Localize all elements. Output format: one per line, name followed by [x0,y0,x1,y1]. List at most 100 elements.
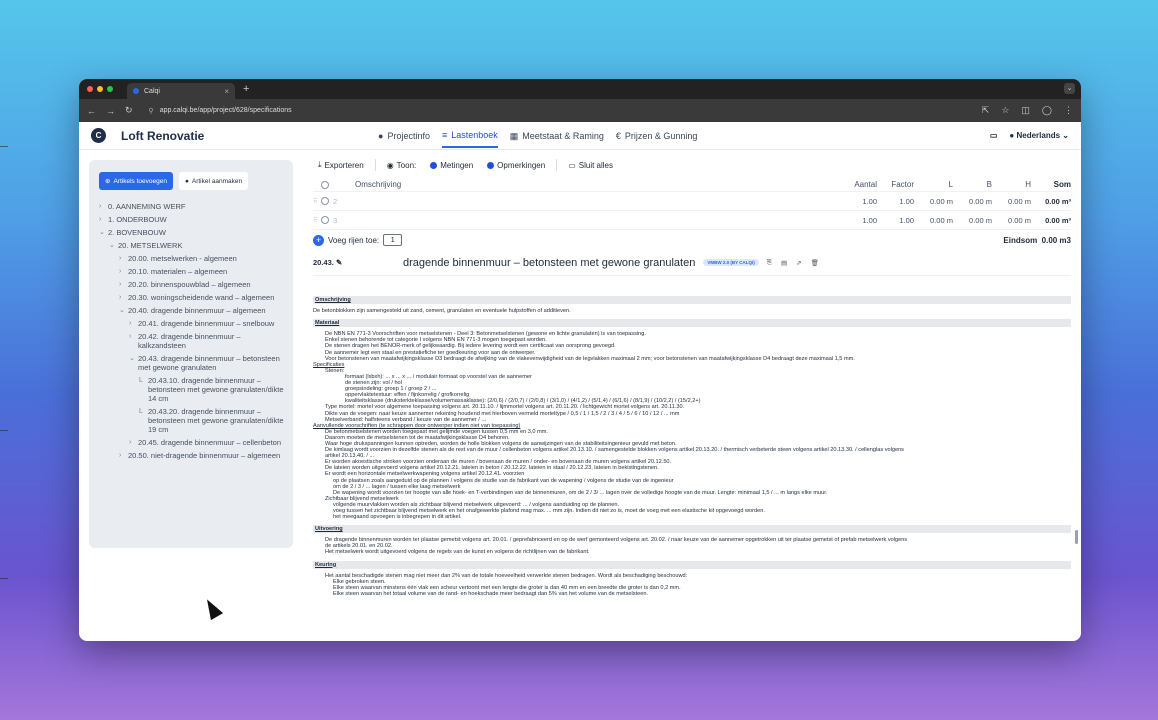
forward-icon[interactable]: → [106,106,115,116]
row-aantal[interactable]: 1.00 [840,216,877,225]
url-field[interactable]: ⚲ app.calqi.be/app/project/628/specifica… [149,107,292,115]
language-label: Nederlands [1016,131,1061,140]
tree-item[interactable]: › 20.42. dragende binnenmuur – kalkzandst… [89,330,293,352]
row-b[interactable]: 0.00 m [953,197,992,206]
tree-item[interactable]: › 20.10. materialen – algemeen [89,265,293,278]
row-radio[interactable] [321,197,329,205]
spec-paragraph: De betonblokken zijn samengesteld uit za… [313,308,571,315]
create-article-button[interactable]: ● Artikel aanmaken [178,172,249,190]
row-factor[interactable]: 1.00 [877,216,914,225]
tree-item[interactable]: › 20.45. dragende binnenmuur – cellenbeto… [89,436,293,449]
tree-item[interactable]: › 20.00. metselwerken - algemeen [89,252,293,265]
browser-tab[interactable]: Calqi × [127,83,235,99]
plus-icon: ● [184,177,189,185]
profile-icon[interactable]: ◯ [1042,105,1052,116]
row-radio[interactable] [321,216,329,224]
edit-icon[interactable]: ✎ [336,258,342,267]
open-external-icon[interactable]: ⇗ [796,259,801,267]
table-row[interactable]: ⠿ 2 1.00 1.00 0.00 m 0.00 m 0.00 m 0.00 m³ [313,192,1071,211]
drag-handle-icon[interactable]: ⠿ [313,198,321,205]
drag-handle-icon[interactable]: ⠿ [313,217,321,224]
tree-item[interactable]: L 20.43.10. dragende binnenmuur – betonst… [89,374,293,405]
chevron-icon[interactable]: L [139,407,148,434]
tree-item[interactable]: › 1. ONDERBOUW [89,213,293,226]
add-rows-count-input[interactable]: 1 [383,234,403,246]
table-icon[interactable]: ▤ [781,259,787,267]
close-all-label: Sluit alles [578,160,614,170]
nav-meetstaat[interactable]: ▦ Meetstaat & Raming [510,130,604,148]
row-h[interactable]: 0.00 m [992,197,1031,206]
tree-item[interactable]: › 20.30. woningscheidende wand – algemeen [89,291,293,304]
show-label: ◉ Toon: [382,158,422,173]
measurement-table: Omschrijving Aantal Factor L B H Som ⠿ 2 1… [313,178,1071,230]
browser-menu-icon[interactable]: ⋮ [1064,105,1073,116]
back-icon[interactable]: ← [87,106,96,116]
chevron-icon[interactable]: ⌄ [109,241,118,250]
tree-item[interactable]: L 20.43.20. dragende binnenmuur – betonst… [89,405,293,436]
calqi-logo-icon[interactable]: C [91,128,106,143]
measurements-toggle[interactable]: Metingen [425,158,478,173]
bookmark-star-icon[interactable]: ☆ [1001,105,1009,116]
export-button[interactable]: ⤓ Exporteren [313,157,369,173]
nav-prijzen[interactable]: € Prijzen & Gunning [616,130,698,148]
chevron-icon[interactable]: ⌄ [119,306,128,315]
table-row[interactable]: ⠿ 3 1.00 1.00 0.00 m 0.00 m 0.00 m 0.00 m³ [313,211,1071,230]
article-code-text: 20.43. [313,258,334,267]
tree-item[interactable]: ⌄ 2. BOVENBOUW [89,226,293,239]
chevron-icon[interactable]: › [119,254,128,263]
remarks-label: Opmerkingen [497,160,546,170]
tree-item-label: 20. METSELWERK [118,241,183,250]
close-all-button[interactable]: ▭ Sluit alles [563,158,618,173]
row-factor[interactable]: 1.00 [877,197,914,206]
chevron-icon[interactable]: › [99,202,108,211]
copy-icon[interactable]: ⎘ [767,259,772,267]
language-selector[interactable]: ● Nederlands ⌄ [1009,131,1069,140]
chevron-icon[interactable]: › [119,451,128,460]
site-info-icon[interactable]: ⚲ [149,107,154,115]
reload-icon[interactable]: ↻ [125,105,133,116]
new-tab-icon[interactable]: + [243,83,249,95]
add-row-icon[interactable]: + [313,234,324,246]
tab-search-icon[interactable]: ⌄ [1064,83,1075,94]
tree-item[interactable]: ⌄ 20.40. dragende binnenmuur – algemeen [89,304,293,317]
side-panel-icon[interactable]: ◫ [1021,105,1030,116]
close-window-icon[interactable] [87,86,93,92]
tree-item-label: 20.42. dragende binnenmuur – kalkzandste… [138,332,241,350]
row-h[interactable]: 0.00 m [992,216,1031,225]
tree-item[interactable]: › 20.50. niet-dragende binnenmuur – algem… [89,449,293,462]
select-all-radio[interactable] [321,180,329,189]
chevron-icon[interactable]: ⌄ [129,354,138,372]
tree-item[interactable]: › 20.20. binnenspouwblad – algemeen [89,278,293,291]
row-b[interactable]: 0.00 m [953,216,992,225]
minimize-window-icon[interactable] [97,86,103,92]
tree-item[interactable]: ⌄ 20. METSELWERK [89,239,293,252]
chevron-icon[interactable]: › [129,319,138,328]
chevron-icon[interactable]: › [119,293,128,302]
chevron-icon[interactable]: › [99,215,108,224]
main-navigation: ● Projectinfo ≡ Lastenboek ▦ Meetstaat & Ra… [378,130,697,148]
delete-icon[interactable]: 🗑 [811,259,819,267]
row-l[interactable]: 0.00 m [914,197,953,206]
download-icon: ⤓ [318,160,322,169]
nav-lastenboek[interactable]: ≡ Lastenboek [441,130,498,148]
chat-icon[interactable]: ▭ [990,131,998,140]
col-l: L [948,180,953,189]
close-tab-icon[interactable]: × [224,87,229,96]
tree-item[interactable]: › 20.41. dragende binnenmuur – snelbouw [89,317,293,330]
chevron-icon[interactable]: ⌄ [99,228,108,237]
chevron-icon[interactable]: L [139,376,148,403]
row-aantal[interactable]: 1.00 [840,197,877,206]
scrollbar[interactable] [1075,530,1078,544]
chevron-icon[interactable]: › [119,267,128,276]
remarks-toggle[interactable]: Opmerkingen [482,158,550,173]
open-in-app-icon[interactable]: ⇱ [982,105,990,116]
chevron-icon[interactable]: › [119,280,128,289]
chevron-icon[interactable]: › [129,332,138,350]
add-articles-button[interactable]: ⊕ Artikels toevoegen [99,172,173,190]
tree-item[interactable]: ⌄ 20.43. dragende binnenmuur – betonsteen… [89,352,293,374]
chevron-icon[interactable]: › [129,438,138,447]
nav-projectinfo[interactable]: ● Projectinfo [378,130,430,148]
maximize-window-icon[interactable] [107,86,113,92]
tree-item[interactable]: › 0. AANNEMING WERF [89,200,293,213]
row-l[interactable]: 0.00 m [914,216,953,225]
